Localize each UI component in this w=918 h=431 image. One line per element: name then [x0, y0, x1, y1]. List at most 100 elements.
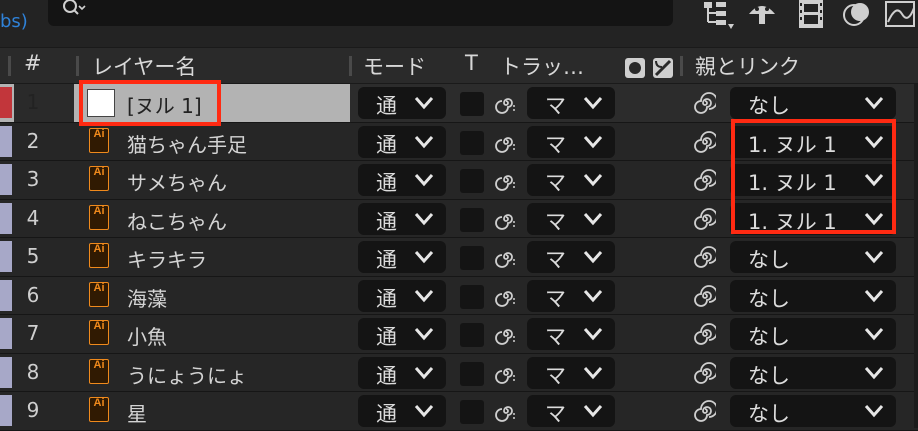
blend-mode-dropdown[interactable]: 通: [358, 395, 446, 427]
label-color-swatch[interactable]: [0, 202, 12, 234]
label-color-swatch[interactable]: [0, 279, 12, 311]
label-color-swatch[interactable]: [0, 356, 12, 388]
parent-dropdown[interactable]: なし: [730, 87, 896, 119]
blend-mode-dropdown[interactable]: 通: [358, 318, 446, 350]
track-matte-dropdown[interactable]: マ: [527, 202, 615, 235]
chevron-down-icon: [583, 251, 603, 264]
layer-name[interactable]: 小魚: [127, 321, 167, 350]
blend-mode-dropdown[interactable]: 通: [358, 202, 446, 235]
layer-name[interactable]: 海藻: [127, 283, 167, 312]
parent-pickwhip-icon[interactable]: [694, 169, 716, 191]
scrollbar[interactable]: [914, 84, 918, 428]
layer-name[interactable]: 星: [127, 398, 147, 427]
parent-pickwhip-icon[interactable]: [694, 323, 716, 345]
blend-mode-dropdown[interactable]: 通: [358, 241, 446, 273]
matte-pickwhip-icon[interactable]: [495, 323, 517, 345]
parent-dropdown[interactable]: なし: [730, 318, 896, 350]
track-matte-value: マ: [545, 325, 566, 349]
column-divider[interactable]: [680, 56, 683, 76]
matte-pickwhip-icon[interactable]: [495, 246, 517, 268]
truncated-link-text[interactable]: bs): [0, 11, 28, 32]
chevron-down-icon: [583, 289, 603, 302]
parent-pickwhip-icon[interactable]: [694, 92, 716, 114]
track-matte-dropdown[interactable]: マ: [527, 279, 615, 312]
chevron-down-icon: [414, 212, 434, 225]
blend-mode-dropdown[interactable]: 通: [358, 356, 446, 389]
layer-row[interactable]: 7 通 マ なし Ai 小魚: [0, 315, 918, 354]
blend-mode-dropdown[interactable]: 通: [358, 87, 446, 119]
parent-dropdown[interactable]: なし: [730, 395, 896, 427]
track-matte-dropdown[interactable]: マ: [527, 241, 615, 273]
preserve-transparency-checkbox[interactable]: [460, 400, 484, 424]
preserve-transparency-checkbox[interactable]: [460, 169, 484, 193]
track-matte-dropdown[interactable]: マ: [527, 356, 615, 389]
column-divider[interactable]: [76, 56, 79, 76]
matte-pickwhip-icon[interactable]: [495, 208, 517, 230]
layer-name[interactable]: 猫ちゃん手足: [127, 129, 247, 158]
column-header-parent-link[interactable]: 親とリンク: [695, 51, 800, 81]
track-matte-dropdown[interactable]: マ: [527, 125, 615, 158]
matte-pickwhip-icon[interactable]: [495, 400, 517, 422]
label-color-swatch[interactable]: [0, 318, 12, 349]
blend-mode-dropdown[interactable]: 通: [358, 164, 446, 196]
illustrator-file-icon: Ai: [89, 166, 109, 191]
blend-mode-dropdown[interactable]: 通: [358, 279, 446, 312]
parent-pickwhip-icon[interactable]: [694, 207, 716, 230]
graph-editor-icon[interactable]: [884, 0, 918, 30]
search-input[interactable]: [48, 0, 673, 26]
matte-pickwhip-icon[interactable]: [495, 92, 517, 114]
blend-mode-dropdown[interactable]: 通: [358, 125, 446, 158]
chevron-down-icon: [583, 366, 603, 379]
parent-pickwhip-icon[interactable]: [694, 361, 716, 384]
parent-pickwhip-icon[interactable]: [694, 246, 716, 268]
column-header-layer-name[interactable]: レイヤー名: [92, 51, 196, 81]
layer-name[interactable]: うにょうにょ: [127, 360, 247, 389]
shy-icon[interactable]: [745, 0, 779, 30]
parent-pickwhip-icon[interactable]: [694, 400, 716, 422]
layer-name[interactable]: ねこちゃん: [127, 206, 227, 235]
layer-name[interactable]: サメちゃん: [127, 167, 227, 196]
motion-blur-icon[interactable]: [840, 0, 874, 30]
parent-dropdown[interactable]: なし: [730, 241, 896, 273]
layer-row[interactable]: 5 通 マ なし Ai キラキラ: [0, 238, 918, 277]
preserve-transparency-checkbox[interactable]: [460, 361, 484, 386]
label-color-swatch[interactable]: [0, 241, 12, 272]
layer-name[interactable]: キラキラ: [127, 244, 207, 273]
matte-alpha-icon[interactable]: [624, 57, 646, 79]
preserve-transparency-checkbox[interactable]: [460, 323, 484, 347]
preserve-transparency-checkbox[interactable]: [460, 130, 484, 155]
track-matte-value: マ: [545, 209, 566, 234]
column-header-t[interactable]: T: [465, 51, 478, 75]
matte-pickwhip-icon[interactable]: [495, 285, 517, 307]
matte-pickwhip-icon[interactable]: [495, 169, 517, 191]
label-color-swatch[interactable]: [0, 87, 12, 118]
parent-pickwhip-icon[interactable]: [694, 130, 716, 153]
layer-row[interactable]: 9 通 マ なし Ai 星: [0, 392, 918, 431]
matte-luma-icon[interactable]: [652, 57, 674, 79]
flowchart-icon[interactable]: [700, 0, 734, 30]
parent-pickwhip-icon[interactable]: [694, 284, 716, 307]
column-divider[interactable]: [349, 56, 352, 76]
preserve-transparency-checkbox[interactable]: [460, 246, 484, 270]
column-header-number[interactable]: #: [24, 51, 42, 75]
matte-pickwhip-icon[interactable]: [495, 362, 517, 384]
track-matte-dropdown[interactable]: マ: [527, 87, 615, 119]
layer-row[interactable]: 8 通 マ なし Ai うにょうにょ: [0, 353, 918, 392]
column-header-track-matte[interactable]: トラッ…: [500, 51, 584, 81]
track-matte-dropdown[interactable]: マ: [527, 395, 615, 427]
column-header-mode[interactable]: モード: [363, 51, 426, 81]
parent-dropdown[interactable]: なし: [730, 279, 896, 312]
parent-dropdown[interactable]: なし: [730, 356, 896, 389]
matte-pickwhip-icon[interactable]: [495, 131, 517, 153]
column-divider[interactable]: [8, 56, 11, 76]
layer-row[interactable]: 6 通 マ なし Ai 海藻: [0, 276, 918, 315]
label-color-swatch[interactable]: [0, 164, 12, 195]
label-color-swatch[interactable]: [0, 125, 12, 157]
preserve-transparency-checkbox[interactable]: [460, 284, 484, 309]
frame-blend-icon[interactable]: [795, 0, 829, 30]
label-color-swatch[interactable]: [0, 395, 12, 426]
preserve-transparency-checkbox[interactable]: [460, 207, 484, 232]
preserve-transparency-checkbox[interactable]: [460, 92, 484, 116]
track-matte-dropdown[interactable]: マ: [527, 318, 615, 350]
track-matte-dropdown[interactable]: マ: [527, 164, 615, 196]
